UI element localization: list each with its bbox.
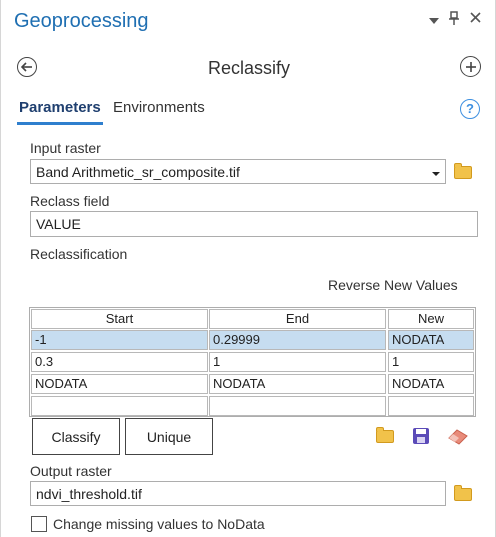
table-cell[interactable] (209, 396, 386, 416)
tab-parameters[interactable]: Parameters (19, 99, 101, 116)
table-cell[interactable] (31, 396, 208, 416)
table-cell[interactable] (388, 396, 474, 416)
chevron-down-icon (432, 164, 440, 180)
reclassification-label: Reclassification (30, 246, 128, 262)
pane-title: Geoprocessing (14, 10, 149, 32)
reclass-field-input[interactable]: VALUE (30, 211, 478, 237)
folder-icon[interactable] (376, 427, 394, 443)
output-raster-input[interactable]: ndvi_threshold.tif (30, 481, 446, 506)
help-icon[interactable]: ? (460, 99, 480, 119)
missing-values-checkbox[interactable] (31, 516, 47, 532)
folder-icon[interactable] (454, 485, 472, 501)
reverse-new-values-button[interactable]: Reverse New Values (328, 277, 458, 293)
table-cell[interactable]: NODATA (209, 374, 386, 394)
active-tab-underline (17, 122, 103, 125)
table-cell[interactable]: 0.3 (31, 352, 208, 372)
pin-icon[interactable] (448, 11, 460, 28)
reclass-field-value: VALUE (36, 216, 81, 232)
output-raster-value: ndvi_threshold.tif (36, 485, 142, 502)
table-cell[interactable]: 0.29999 (209, 330, 386, 350)
reclass-table: Start End New -1 0.29999 NODATA 0.3 1 1 … (29, 307, 476, 417)
geoprocessing-pane: Geoprocessing Reclassify Parameters Envi… (0, 0, 496, 537)
input-raster-label: Input raster (30, 140, 101, 156)
column-header-new[interactable]: New (388, 309, 474, 329)
table-cell[interactable]: NODATA (388, 374, 474, 394)
table-cell[interactable]: NODATA (31, 374, 208, 394)
reclass-field-label: Reclass field (30, 193, 110, 209)
folder-icon[interactable] (454, 163, 472, 179)
unique-button[interactable]: Unique (125, 418, 213, 455)
add-icon[interactable] (460, 56, 481, 77)
pane-menu-icon[interactable] (429, 14, 439, 28)
classify-button[interactable]: Classify (32, 418, 120, 455)
input-raster-value: Band Arithmetic_sr_composite.tif (36, 163, 240, 180)
table-cell[interactable]: 1 (209, 352, 386, 372)
table-cell[interactable]: -1 (31, 330, 208, 350)
column-header-start[interactable]: Start (31, 309, 208, 329)
save-icon[interactable] (412, 427, 430, 450)
close-icon[interactable] (470, 12, 481, 26)
column-header-end[interactable]: End (209, 309, 386, 329)
tool-title: Reclassify (207, 58, 291, 78)
tab-environments[interactable]: Environments (113, 99, 205, 116)
input-raster-dropdown[interactable]: Band Arithmetic_sr_composite.tif (30, 159, 446, 184)
missing-values-label[interactable]: Change missing values to NoData (53, 516, 265, 532)
eraser-icon[interactable] (447, 427, 469, 450)
output-raster-label: Output raster (30, 463, 112, 479)
table-cell[interactable]: 1 (388, 352, 474, 372)
table-cell[interactable]: NODATA (388, 330, 474, 350)
